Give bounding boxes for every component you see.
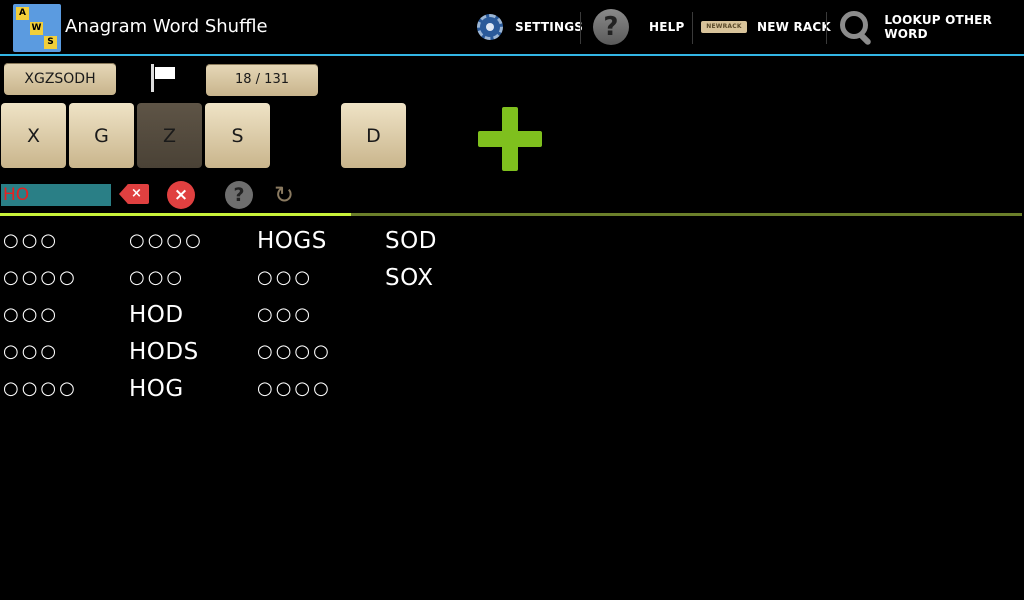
word-slot: ○○○ [3, 341, 60, 362]
word-slot: ○○○ [257, 304, 314, 325]
word-slot: ○○○ [129, 267, 186, 288]
backspace-glyph: × [131, 186, 142, 201]
word-slot: ○○○○ [257, 378, 332, 399]
backspace-icon[interactable]: × [119, 184, 149, 204]
action-bar: A W S Anagram Word Shuffle SETTINGS ? HE… [0, 0, 1024, 56]
new-rack-label: NEW RACK [757, 20, 831, 34]
letter-tile-g[interactable]: G [69, 103, 134, 168]
letter-tile-s[interactable]: S [205, 103, 270, 168]
new-rack-button[interactable]: NEWRACK NEW RACK [701, 0, 831, 54]
found-word[interactable]: SOD [385, 222, 513, 259]
progress-fill [0, 213, 352, 216]
found-word[interactable]: HOD [129, 296, 257, 333]
found-word[interactable]: HODS [129, 333, 257, 370]
divider [580, 12, 581, 44]
current-guess-field[interactable]: HO [1, 184, 111, 206]
flag-icon[interactable] [149, 64, 179, 92]
divider [692, 12, 693, 44]
letter-tile-x[interactable]: X [1, 103, 66, 168]
app-icon[interactable]: A W S [13, 4, 61, 52]
word-slot: ○○○○ [129, 230, 204, 251]
help-button[interactable]: ? HELP [593, 0, 684, 54]
word-slot: ○○○ [257, 267, 314, 288]
word-slot: ○○○○ [3, 267, 78, 288]
word-column-2: ○○○○ ○○○ HOD HODS HOG [129, 222, 257, 407]
word-counter: 18 / 131 [206, 64, 318, 96]
letter-tile-z[interactable]: Z [137, 103, 202, 168]
rack-letters-button[interactable]: XGZSODH [4, 63, 116, 95]
app-icon-tile-s: S [44, 36, 57, 49]
settings-button[interactable]: SETTINGS [477, 0, 583, 54]
found-word[interactable]: HOG [129, 370, 257, 407]
found-word[interactable]: SOX [385, 259, 513, 296]
word-slot: ○○○ [3, 304, 60, 325]
found-word[interactable]: HOGS [257, 222, 385, 259]
app-title: Anagram Word Shuffle [65, 16, 268, 37]
divider [826, 12, 827, 44]
word-column-1: ○○○ ○○○○ ○○○ ○○○ ○○○○ [3, 222, 131, 407]
lookup-other-word-button[interactable]: LOOKUP OTHER WORD [838, 0, 1024, 54]
word-column-4: SOD SOX [385, 222, 513, 296]
app-icon-tile-w: W [30, 22, 43, 35]
magnifier-icon [838, 9, 873, 47]
gear-icon [477, 14, 503, 40]
rack-icon: NEWRACK [701, 21, 747, 33]
refresh-icon[interactable]: ↻ [270, 181, 298, 209]
add-word-plus-icon[interactable] [478, 107, 542, 171]
word-column-3: HOGS ○○○ ○○○ ○○○○ ○○○○ [257, 222, 385, 407]
clear-icon[interactable]: × [167, 181, 195, 209]
hint-icon[interactable]: ? [225, 181, 253, 209]
settings-label: SETTINGS [515, 20, 584, 34]
word-slot: ○○○○ [257, 341, 332, 362]
lookup-label: LOOKUP OTHER WORD [884, 13, 993, 41]
help-label: HELP [649, 20, 685, 34]
help-icon: ? [593, 9, 629, 45]
word-slot: ○○○ [3, 230, 60, 251]
word-slot: ○○○○ [3, 378, 78, 399]
progress-bar [0, 213, 1022, 216]
letter-tile-d[interactable]: D [341, 103, 406, 168]
app-icon-tile-a: A [16, 7, 29, 20]
